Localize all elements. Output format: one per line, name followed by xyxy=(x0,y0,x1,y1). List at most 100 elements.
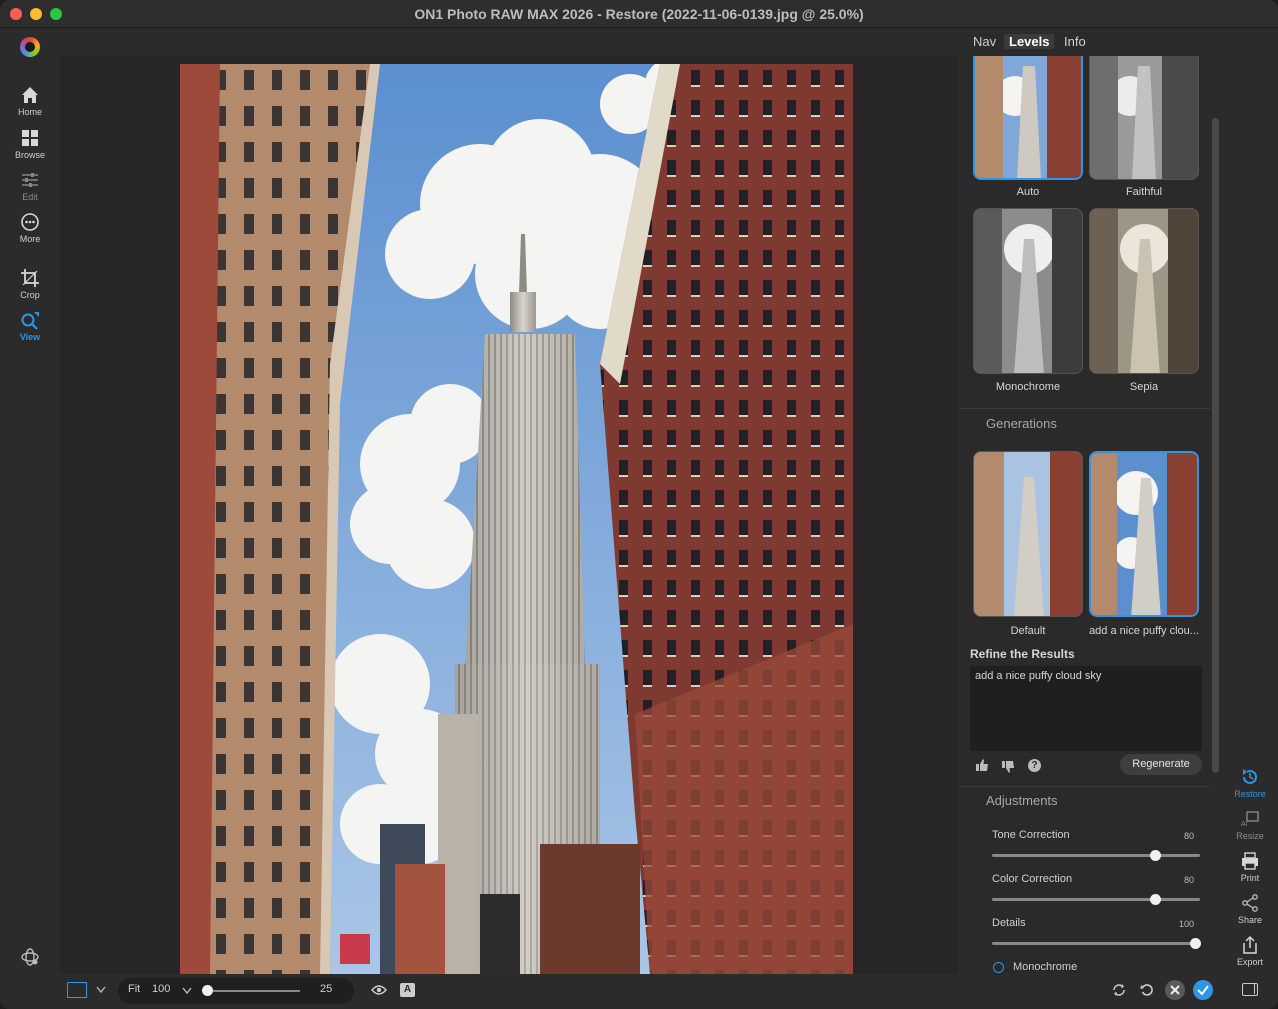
sliders-icon xyxy=(22,173,38,187)
toolbar-print-label: Print xyxy=(1240,873,1260,883)
zoom-slider-value: 25 xyxy=(320,983,333,995)
close-icon xyxy=(1170,985,1180,995)
zoom-control: Fit 100 25 xyxy=(118,978,354,1004)
style-thumb-monochrome[interactable] xyxy=(973,208,1083,374)
reset-icon[interactable] xyxy=(1140,983,1154,997)
tone-correction-slider[interactable]: Tone Correction 80 xyxy=(992,828,1202,861)
color-correction-slider[interactable]: Color Correction 80 xyxy=(992,872,1202,905)
zoom-dropdown-icon[interactable] xyxy=(182,987,192,995)
tab-info[interactable]: Info xyxy=(1064,34,1086,49)
toolbar-home-label: Home xyxy=(17,107,42,117)
toolbar-crop-label: Crop xyxy=(20,290,40,300)
panel-tabs: Nav Levels Info xyxy=(960,29,1210,56)
preview-eye-icon[interactable] xyxy=(371,984,387,996)
title-bar: ON1 Photo RAW MAX 2026 - Restore (2022-1… xyxy=(0,0,1278,28)
divider xyxy=(960,408,1210,409)
style-label-sepia: Sepia xyxy=(1129,381,1159,393)
help-icon[interactable]: ? xyxy=(1028,759,1041,772)
toolbar-view-label: View xyxy=(19,332,41,342)
mask-overlay-icon[interactable]: A xyxy=(400,983,415,997)
view-icon xyxy=(21,312,39,330)
bottom-bar: Fit 100 25 A xyxy=(60,974,1222,1009)
color-correction-knob[interactable] xyxy=(1150,894,1161,905)
adjustments-heading: Adjustments xyxy=(986,793,1058,808)
toolbar-restore[interactable]: Restore xyxy=(1222,767,1278,799)
toolbar-print[interactable]: Print xyxy=(1222,851,1278,883)
left-toolbar: Home Browse Edit More Crop View xyxy=(0,29,60,1009)
monochrome-label: Monochrome xyxy=(1013,961,1078,973)
thumbs-up-icon[interactable] xyxy=(975,758,989,777)
divider xyxy=(960,786,1210,787)
toolbar-resize-label: Resize xyxy=(1236,831,1264,841)
refine-heading: Refine the Results xyxy=(970,647,1075,661)
details-track[interactable] xyxy=(992,942,1200,945)
toolbar-more-label: More xyxy=(19,234,41,244)
tone-correction-value: 80 xyxy=(1183,831,1194,841)
toolbar-browse-label: Browse xyxy=(14,150,45,160)
generations-heading: Generations xyxy=(986,416,1057,431)
style-thumb-auto[interactable] xyxy=(973,56,1083,180)
zoom-slider-track[interactable] xyxy=(206,990,300,992)
window-title: ON1 Photo RAW MAX 2026 - Restore (2022-1… xyxy=(414,6,864,22)
toolbar-more[interactable]: More xyxy=(0,212,60,244)
color-correction-track[interactable] xyxy=(992,898,1200,901)
crop-icon xyxy=(21,269,39,287)
toolbar-browse[interactable]: Browse xyxy=(0,128,60,160)
style-thumb-sepia[interactable] xyxy=(1089,208,1199,374)
view-mode-icon[interactable] xyxy=(67,982,87,998)
generation-thumb-cloud-sky[interactable] xyxy=(1089,451,1199,617)
tone-correction-track[interactable] xyxy=(992,854,1200,857)
app-window: ON1 Photo RAW MAX 2026 - Restore (2022-1… xyxy=(0,0,1278,1009)
zoom-slider-knob[interactable] xyxy=(202,985,213,996)
resize-icon: AI xyxy=(1241,811,1259,828)
monochrome-radio[interactable] xyxy=(993,962,1004,973)
toolbar-export[interactable]: Export xyxy=(1222,935,1278,967)
right-toolbar: Restore AI Resize Print Share Export xyxy=(1222,29,1278,1009)
details-knob[interactable] xyxy=(1190,938,1201,949)
more-icon xyxy=(21,213,39,231)
apply-button[interactable] xyxy=(1193,980,1213,1000)
panel-scrollbar[interactable] xyxy=(1212,118,1219,773)
thumbs-down-icon[interactable] xyxy=(1001,760,1015,779)
generation-label-default: Default xyxy=(1010,625,1046,637)
export-icon xyxy=(1243,935,1257,954)
zoom-level[interactable]: 100 xyxy=(152,983,170,995)
color-correction-value: 80 xyxy=(1183,875,1194,885)
refine-prompt-field[interactable]: add a nice puffy cloud sky xyxy=(970,666,1202,751)
cancel-button[interactable] xyxy=(1165,980,1185,1000)
svg-text:AI: AI xyxy=(1241,821,1248,828)
restore-icon xyxy=(1243,769,1257,784)
toolbar-edit[interactable]: Edit xyxy=(0,170,60,202)
share-icon xyxy=(1242,894,1258,912)
generation-thumb-default[interactable] xyxy=(973,451,1083,617)
home-icon xyxy=(22,87,38,103)
tab-levels[interactable]: Levels xyxy=(1004,34,1055,49)
style-thumb-faithful[interactable] xyxy=(1089,56,1199,180)
toolbar-view[interactable]: View xyxy=(0,310,60,342)
on1-logo-icon[interactable] xyxy=(20,37,40,57)
panel-toggle-icon[interactable] xyxy=(1242,983,1258,996)
tone-correction-knob[interactable] xyxy=(1150,850,1161,861)
toolbar-home[interactable]: Home xyxy=(0,85,60,117)
details-value: 100 xyxy=(1178,919,1194,929)
tab-nav[interactable]: Nav xyxy=(973,34,996,49)
toolbar-crop[interactable]: Crop xyxy=(0,268,60,300)
print-icon xyxy=(1242,852,1258,870)
style-label-auto: Auto xyxy=(1016,186,1040,198)
checkmark-icon xyxy=(1197,985,1209,996)
details-slider[interactable]: Details 100 xyxy=(992,916,1202,949)
fit-button[interactable]: Fit xyxy=(128,983,140,995)
chevron-down-icon[interactable] xyxy=(96,986,106,994)
toolbar-resize[interactable]: AI Resize xyxy=(1222,809,1278,841)
toolbar-share[interactable]: Share xyxy=(1222,893,1278,925)
refresh-icon[interactable] xyxy=(1112,983,1126,997)
style-label-faithful: Faithful xyxy=(1125,186,1163,198)
toolbar-restore-label: Restore xyxy=(1234,789,1266,799)
generation-label-cloud-sky: add a nice puffy clou... xyxy=(1089,625,1199,637)
ai-orbit-icon[interactable] xyxy=(20,947,40,972)
toolbar-share-label: Share xyxy=(1237,915,1263,925)
details-label: Details xyxy=(992,917,1026,929)
regenerate-button[interactable]: Regenerate xyxy=(1120,754,1202,775)
main-photo[interactable] xyxy=(180,64,853,974)
color-correction-label: Color Correction xyxy=(992,873,1073,885)
